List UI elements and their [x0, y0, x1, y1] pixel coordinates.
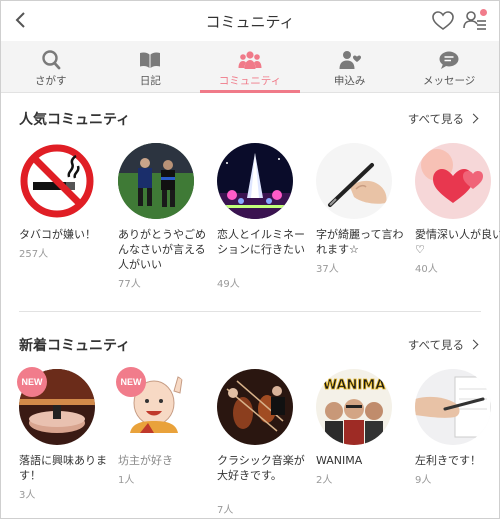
orchestra-image [217, 369, 293, 445]
section-title: 新着コミュニティ [19, 338, 131, 354]
people-icon [238, 51, 262, 69]
book-icon [140, 52, 161, 68]
community-image [316, 143, 392, 219]
community-name: WANIMA [316, 454, 363, 467]
member-count: 7人 [217, 505, 234, 516]
community-image [415, 143, 491, 219]
tab-applications[interactable]: 申込み [300, 41, 400, 92]
tab-community[interactable]: コミュニティ [200, 41, 300, 93]
community-card[interactable]: 字が綺麗って言われます☆ 37人 [316, 143, 406, 275]
section-divider [19, 311, 481, 312]
community-card[interactable]: WANIMA WANIMA 2人 [316, 369, 406, 499]
member-count: 9人 [415, 475, 432, 486]
member-count: 257人 [19, 249, 49, 260]
tab-label: コミュニティ [218, 75, 282, 87]
section-title: 人気コミュニティ [19, 112, 131, 128]
community-image [217, 369, 293, 445]
pen-writing-image [316, 143, 392, 219]
community-name: 恋人とイルミネーションに行きたい [217, 228, 305, 256]
page-title: コミュニティ [205, 13, 295, 31]
tab-messages[interactable]: メッセージ [399, 41, 499, 92]
community-image [415, 369, 491, 445]
community-image [19, 143, 95, 219]
member-count: 3人 [19, 490, 36, 501]
tab-label: 申込み [333, 75, 366, 87]
tab-diary[interactable]: 日記 [101, 41, 201, 92]
member-count: 49人 [217, 279, 240, 290]
header-bar: コミュニティ [1, 1, 499, 41]
community-name: ありがとうやごめんなさいが言える人がいい [118, 228, 206, 271]
community-card[interactable]: 恋人とイルミネーションに行きたい 49人 [217, 143, 307, 290]
new-see-all-link[interactable]: すべて見る [407, 337, 479, 353]
see-all-label: すべて見る [407, 112, 464, 126]
popular-communities-section: 人気コミュニティ すべて見る タバコが嫌い！ 257人 ありがとうやごめんなさい… [1, 93, 500, 303]
community-name: クラシック音楽が大好きです。 [217, 454, 305, 482]
tab-search[interactable]: さがす [1, 41, 101, 92]
community-card[interactable]: タバコが嫌い！ 257人 [19, 143, 109, 273]
app-frame: コミュニティ さがす 日記 コミュニティ 申込み メッセージ 人気コミュニティ … [0, 0, 500, 519]
band-photo-image: WANIMA [316, 369, 392, 445]
favorites-button[interactable] [431, 9, 455, 33]
community-image [217, 143, 293, 219]
community-image: WANIMA [316, 369, 392, 445]
chevron-right-icon [468, 113, 479, 124]
community-card[interactable]: 愛情深い人が良い♡ 40人 [415, 143, 500, 275]
heart-balloons-image [415, 143, 491, 219]
community-card[interactable]: NEW 落語に興味あります！ 3人 [17, 367, 109, 501]
community-name: 落語に興味あります！ [19, 454, 107, 482]
community-name: 左利きです！ [415, 454, 481, 467]
member-count: 2人 [316, 475, 333, 486]
member-count: 1人 [118, 475, 135, 486]
see-all-label: すべて見る [407, 338, 464, 352]
chat-bubble-icon [439, 51, 459, 69]
popular-see-all-link[interactable]: すべて見る [407, 111, 479, 127]
community-name: 愛情深い人が良い♡ [415, 228, 500, 256]
tab-label: 日記 [139, 75, 161, 87]
main-tabs: さがす 日記 コミュニティ 申込み メッセージ [1, 41, 499, 93]
no-smoking-icon [19, 143, 95, 219]
new-badge: NEW [17, 367, 47, 397]
new-communities-section: 新着コミュニティ すべて見る NEW 落語に興味あります！ 3人 NEW 坊主が… [1, 319, 499, 519]
new-badge: NEW [116, 367, 146, 397]
left-hand-writing-image [415, 369, 491, 445]
band-logo-text: WANIMA [323, 378, 386, 393]
member-count: 37人 [316, 264, 339, 275]
community-name: タバコが嫌い！ [19, 228, 96, 241]
community-card[interactable]: クラシック音楽が大好きです。 7人 [217, 369, 307, 519]
community-image [118, 143, 194, 219]
community-name: 坊主が好き [118, 454, 173, 467]
account-menu-button[interactable] [461, 7, 489, 35]
person-heart-icon [339, 51, 361, 69]
tab-label: メッセージ [423, 75, 476, 87]
community-card[interactable]: 左利きです！ 9人 [415, 369, 500, 499]
heart-icon [432, 11, 454, 30]
tab-label: さがす [35, 75, 67, 87]
notification-dot [480, 9, 487, 16]
community-card[interactable]: ありがとうやごめんなさいが言える人がいい 77人 [118, 143, 208, 290]
community-card[interactable]: NEW 坊主が好き 1人 [116, 367, 208, 499]
member-count: 40人 [415, 264, 438, 275]
member-count: 77人 [118, 279, 141, 290]
search-icon [42, 50, 61, 70]
chevron-right-icon [468, 339, 479, 350]
illumination-image [217, 143, 293, 219]
soccer-players-image [118, 143, 194, 219]
community-name: 字が綺麗って言われます☆ [316, 228, 404, 256]
